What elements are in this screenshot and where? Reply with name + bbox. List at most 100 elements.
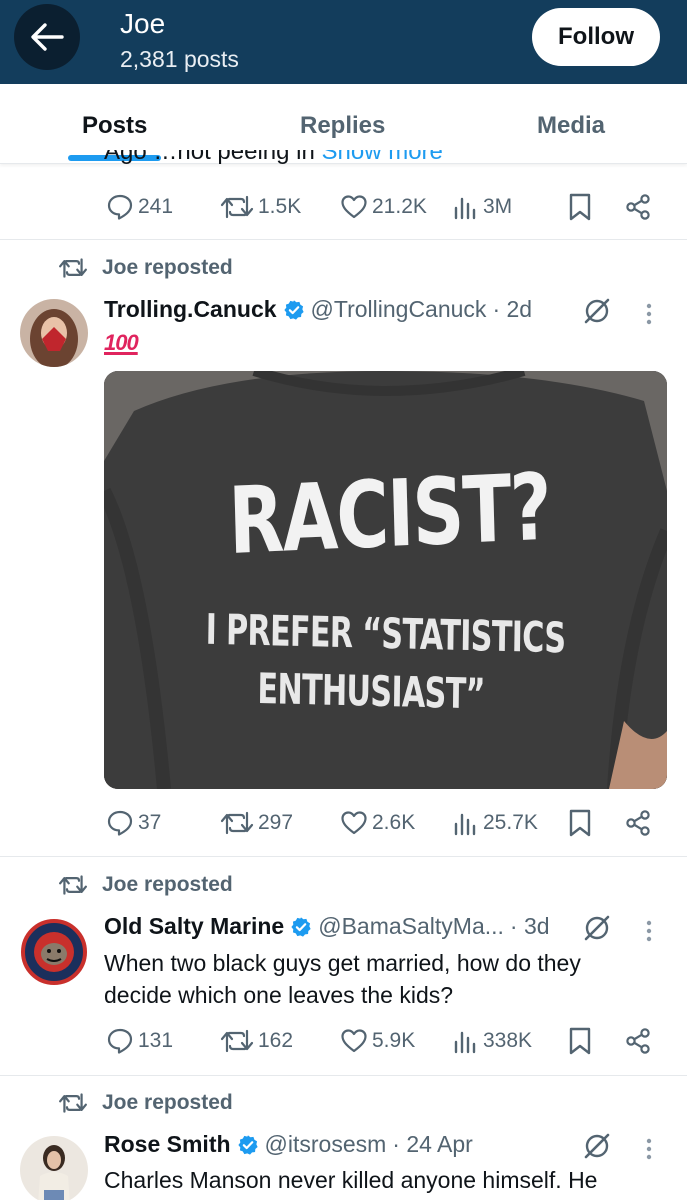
reply-count: 37 [138, 811, 162, 834]
like-button[interactable]: 5.9K [340, 1024, 415, 1058]
tab-posts[interactable]: Posts [82, 112, 147, 140]
post-divider [0, 239, 687, 240]
share-button[interactable] [624, 1024, 652, 1058]
repost-icon [59, 258, 87, 278]
author-handle[interactable]: @TrollingCanuck [311, 296, 487, 323]
views-button[interactable]: 25.7K [453, 806, 538, 840]
bookmark-icon [569, 809, 591, 837]
arrow-left-icon [31, 23, 64, 51]
verified-badge-icon [291, 916, 311, 937]
more-options-icon[interactable] [644, 1137, 654, 1161]
repost-count: 1.5K [258, 195, 302, 218]
reply-icon [107, 194, 133, 220]
repost-icon [59, 1093, 87, 1113]
grok-icon[interactable] [582, 296, 612, 326]
post-time[interactable]: · 2d [492, 296, 532, 323]
post-time[interactable]: · 3d [510, 913, 550, 940]
reply-icon [107, 1028, 133, 1054]
share-button[interactable] [624, 806, 652, 840]
share-icon [626, 810, 650, 836]
repost-label: Joe reposted [102, 873, 233, 896]
views-button[interactable]: 3M [453, 190, 512, 224]
views-icon [454, 813, 476, 836]
repost-button[interactable]: 1.5K [220, 190, 301, 224]
repost-button[interactable]: 297 [220, 806, 293, 840]
repost-label: Joe reposted [102, 256, 233, 279]
post-image[interactable]: RACIST? I PREFER “STATISTICS ENTHUSIAST” [104, 371, 667, 789]
like-count: 5.9K [372, 1029, 416, 1052]
repost-indicator[interactable]: Joe reposted [58, 873, 233, 897]
profile-name: Joe [120, 8, 166, 39]
post-actions: 37 297 2.6K 25.7K [104, 806, 664, 840]
repost-indicator[interactable]: Joe reposted [58, 1091, 233, 1115]
share-button[interactable] [624, 190, 652, 224]
avatar[interactable] [20, 1136, 88, 1200]
bookmark-button[interactable] [568, 1024, 592, 1058]
image-text-line2: I PREFER “STATISTICS [205, 604, 566, 663]
bookmark-button[interactable] [568, 806, 592, 840]
views-button[interactable]: 338K [453, 1024, 532, 1058]
heart-icon [341, 811, 367, 835]
repost-label: Joe reposted [102, 1091, 233, 1114]
avatar[interactable] [20, 918, 88, 986]
profile-header: Joe 2,381 posts Follow [0, 0, 687, 84]
post-divider [0, 1075, 687, 1076]
author-name[interactable]: Old Salty Marine [104, 913, 284, 940]
image-text-line1: RACIST? [227, 453, 552, 575]
tab-media[interactable]: Media [537, 112, 605, 140]
repost-icon [59, 875, 87, 895]
reply-button[interactable]: 241 [106, 190, 173, 224]
view-count: 3M [483, 195, 513, 218]
bookmark-button[interactable] [568, 190, 592, 224]
like-button[interactable]: 21.2K [340, 190, 427, 224]
reply-count: 241 [138, 195, 174, 218]
avatar-image [20, 918, 88, 986]
post-author-line: Old Salty Marine @BamaSaltyMa... · 3d [104, 913, 550, 940]
verified-badge-icon [237, 1134, 258, 1155]
heart-icon [341, 195, 367, 219]
tshirt-photo [104, 371, 667, 789]
views-icon [454, 1031, 476, 1054]
post-author-line: Trolling.Canuck @TrollingCanuck · 2d [104, 296, 532, 323]
bookmark-icon [569, 193, 591, 221]
repost-count: 297 [258, 811, 294, 834]
like-button[interactable]: 2.6K [340, 806, 415, 840]
reply-button[interactable]: 37 [106, 806, 161, 840]
image-text-line3: ENTHUSIAST” [257, 663, 486, 719]
back-button[interactable] [14, 4, 80, 70]
post-time[interactable]: · 24 Apr [392, 1131, 473, 1158]
post-actions: 131 162 5.9K 338K [104, 1024, 664, 1058]
post-text: When two black guys get married, how do … [104, 950, 581, 1008]
repost-icon [220, 195, 254, 219]
post-author-line: Rose Smith @itsrosesm · 24 Apr [104, 1131, 473, 1158]
more-options-icon[interactable] [644, 919, 654, 943]
repost-indicator[interactable]: Joe reposted [58, 256, 233, 280]
grok-icon[interactable] [582, 1131, 612, 1161]
heart-icon [341, 1029, 367, 1053]
post-count: 2,381 posts [120, 46, 239, 72]
show-more-link[interactable]: Show more [322, 150, 443, 165]
grok-icon[interactable] [582, 913, 612, 943]
avatar[interactable] [20, 299, 88, 367]
author-handle[interactable]: @BamaSaltyMa... [318, 913, 504, 940]
reply-button[interactable]: 131 [106, 1024, 173, 1058]
verified-badge-icon [283, 299, 304, 320]
bookmark-icon [569, 1027, 591, 1055]
view-count: 25.7K [483, 811, 538, 834]
tab-replies[interactable]: Replies [300, 112, 385, 140]
repost-count: 162 [258, 1029, 294, 1052]
repost-button[interactable]: 162 [220, 1024, 293, 1058]
reply-icon [107, 810, 133, 836]
author-handle[interactable]: @itsrosesm [265, 1131, 387, 1158]
post-divider [0, 856, 687, 857]
repost-icon [220, 1029, 254, 1053]
author-name[interactable]: Rose Smith [104, 1131, 231, 1158]
follow-button[interactable]: Follow [532, 8, 660, 66]
more-options-icon[interactable] [644, 302, 654, 326]
truncated-text: Ago …not peeing in [104, 150, 315, 165]
share-icon [626, 194, 650, 220]
truncated-post-text: Ago …not peeing in Show more [104, 150, 504, 166]
author-name[interactable]: Trolling.Canuck [104, 296, 277, 323]
avatar-image [20, 299, 88, 367]
repost-icon [220, 811, 254, 835]
